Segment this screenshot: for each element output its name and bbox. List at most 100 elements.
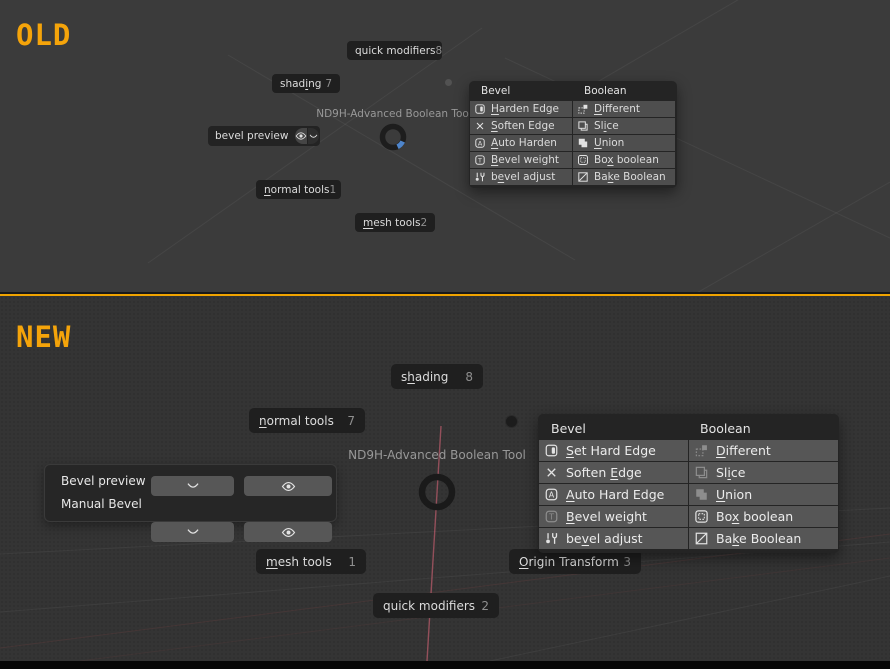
menu-item-label: Bake Boolean bbox=[594, 171, 666, 183]
menu-item-bevel-weight[interactable]: Bevel weight bbox=[470, 152, 572, 168]
bevel-options-panel: Bevel preview Manual Bevel bbox=[44, 464, 337, 542]
menu-item-auto-hard-edge[interactable]: Auto Hard Edge bbox=[539, 484, 688, 505]
box-icon bbox=[577, 154, 589, 166]
eye-icon bbox=[295, 130, 307, 142]
menu-item-bevel-weight[interactable]: Bevel weight bbox=[539, 506, 688, 527]
difference-icon bbox=[694, 443, 709, 458]
pie-item-label: Origin Transform bbox=[519, 554, 619, 569]
grid-lines bbox=[147, 0, 890, 292]
menu-item-label: Different bbox=[716, 443, 771, 458]
pie-cursor-ring bbox=[379, 123, 407, 151]
tools-icon bbox=[544, 531, 559, 546]
menu-item-union[interactable]: Union bbox=[573, 135, 675, 151]
pie-item-shading[interactable]: shading 7 bbox=[272, 74, 340, 93]
boolean-column: Different Slice Union Box boolean Bake B… bbox=[573, 101, 675, 185]
pie-item-normal-tools[interactable]: normal tools 7 bbox=[249, 408, 365, 433]
letter-t-icon bbox=[544, 509, 559, 524]
manual-bevel-visibility-button[interactable] bbox=[244, 522, 332, 542]
menu-item-harden-edge[interactable]: Harden Edge bbox=[470, 101, 572, 117]
slice-icon bbox=[577, 120, 589, 132]
new-viewport: NEW shading 8 normal tools 7 mesh tools … bbox=[0, 296, 890, 661]
menu-item-auto-harden[interactable]: Auto Harden bbox=[470, 135, 572, 151]
pie-item-mesh-tools[interactable]: mesh tools 1 bbox=[256, 549, 366, 574]
bevel-preview-dropdown-button[interactable] bbox=[151, 476, 234, 496]
pie-item-label: shading bbox=[280, 77, 322, 90]
menu-item-label: Different bbox=[594, 103, 641, 115]
letter-a-icon bbox=[544, 487, 559, 502]
pie-item-label: mesh tools bbox=[363, 216, 421, 229]
menu-item-union[interactable]: Union bbox=[689, 484, 838, 505]
bevel-preview-row: Bevel preview bbox=[45, 471, 336, 496]
menu-item-label: Soften Edge bbox=[566, 465, 642, 480]
pie-item-label: quick modifiers bbox=[383, 598, 476, 613]
menu-item-label: Auto Harden bbox=[491, 137, 557, 149]
pie-item-normal-tools[interactable]: normal tools 1 bbox=[256, 180, 341, 199]
menu-item-bake-boolean[interactable]: Bake Boolean bbox=[573, 169, 675, 185]
menu-item-set-hard-edge[interactable]: Set Hard Edge bbox=[539, 440, 688, 461]
union-icon bbox=[577, 137, 589, 149]
menu-item-label: bevel adjust bbox=[491, 171, 556, 183]
menu-item-label: bevel adjust bbox=[566, 531, 643, 546]
pie-item-number: 8 bbox=[435, 44, 443, 57]
menu-item-label: Box boolean bbox=[594, 154, 659, 166]
bevel-boolean-panel: Bevel Boolean Harden Edge Soften Edge Au… bbox=[469, 81, 677, 188]
pie-item-number: 1 bbox=[348, 554, 356, 569]
boolean-column: Different Slice Union Box boolean Bake B… bbox=[689, 440, 838, 549]
menu-item-label: Union bbox=[594, 137, 625, 149]
pie-item-quick-modifiers[interactable]: quick modifiers 8 bbox=[347, 41, 442, 60]
menu-item-label: Slice bbox=[594, 120, 619, 132]
pie-item-number: 3 bbox=[623, 554, 631, 569]
chevron-down-icon bbox=[185, 524, 201, 540]
pie-item-quick-modifiers[interactable]: quick modifiers 2 bbox=[373, 593, 499, 618]
eye-icon bbox=[281, 525, 296, 540]
x-icon bbox=[474, 120, 486, 132]
hard-edge-icon bbox=[474, 103, 486, 115]
expand-dropdown-button[interactable] bbox=[307, 128, 320, 144]
menu-item-label: Bake Boolean bbox=[716, 531, 802, 546]
bevel-preview-visibility-button[interactable] bbox=[244, 476, 332, 496]
pie-item-number: 7 bbox=[325, 77, 332, 90]
pie-item-number: 1 bbox=[329, 183, 337, 196]
menu-item-slice[interactable]: Slice bbox=[689, 462, 838, 483]
object-origin-dot bbox=[445, 79, 452, 86]
menu-item-soften-edge[interactable]: Soften Edge bbox=[539, 462, 688, 483]
manual-bevel-dropdown-button[interactable] bbox=[151, 522, 234, 542]
menu-item-label: Set Hard Edge bbox=[566, 443, 656, 458]
chevron-down-icon bbox=[308, 131, 319, 142]
menu-item-different[interactable]: Different bbox=[573, 101, 675, 117]
bevel-column: Set Hard Edge Soften Edge Auto Hard Edge… bbox=[539, 440, 688, 549]
menu-item-bake-boolean[interactable]: Bake Boolean bbox=[689, 528, 838, 549]
letter-t-icon bbox=[474, 154, 486, 166]
menu-item-label: Soften Edge bbox=[491, 120, 555, 132]
pie-item-label: normal tools bbox=[259, 413, 334, 428]
screenshot-root: OLD quick modifiers 8 shading 7 normal t… bbox=[0, 0, 890, 669]
menu-item-soften-edge[interactable]: Soften Edge bbox=[470, 118, 572, 134]
pie-item-label: normal tools bbox=[264, 183, 330, 196]
pie-menu-title: ND9H-Advanced Boolean Tool bbox=[348, 448, 526, 462]
menu-item-label: Bevel weight bbox=[491, 154, 560, 166]
hard-edge-icon bbox=[544, 443, 559, 458]
menu-item-label: Auto Hard Edge bbox=[566, 487, 665, 502]
old-section-label: OLD bbox=[16, 18, 72, 52]
visibility-toggle-button[interactable] bbox=[295, 128, 308, 144]
menu-item-slice[interactable]: Slice bbox=[573, 118, 675, 134]
pie-item-mesh-tools[interactable]: mesh tools 2 bbox=[355, 213, 435, 232]
chevron-down-icon bbox=[185, 478, 201, 494]
bevel-column-header: Bevel bbox=[481, 85, 511, 97]
menu-item-label: Slice bbox=[716, 465, 746, 480]
menu-item-box-boolean[interactable]: Box boolean bbox=[689, 506, 838, 527]
menu-item-bevel-adjust[interactable]: bevel adjust bbox=[539, 528, 688, 549]
boolean-column-header: Boolean bbox=[700, 421, 751, 436]
pie-item-shading[interactable]: shading 8 bbox=[391, 364, 483, 389]
slice-icon bbox=[694, 465, 709, 480]
difference-icon bbox=[577, 103, 589, 115]
menu-item-different[interactable]: Different bbox=[689, 440, 838, 461]
menu-item-bevel-adjust[interactable]: bevel adjust bbox=[470, 169, 572, 185]
pie-item-number: 8 bbox=[465, 369, 473, 384]
letter-a-icon bbox=[474, 137, 486, 149]
viewport-bottom-edge bbox=[0, 661, 890, 669]
menu-item-box-boolean[interactable]: Box boolean bbox=[573, 152, 675, 168]
bevel-column-header: Bevel bbox=[551, 421, 586, 436]
boolean-column-header: Boolean bbox=[584, 85, 627, 97]
bevel-preview-label: Bevel preview bbox=[61, 474, 146, 488]
